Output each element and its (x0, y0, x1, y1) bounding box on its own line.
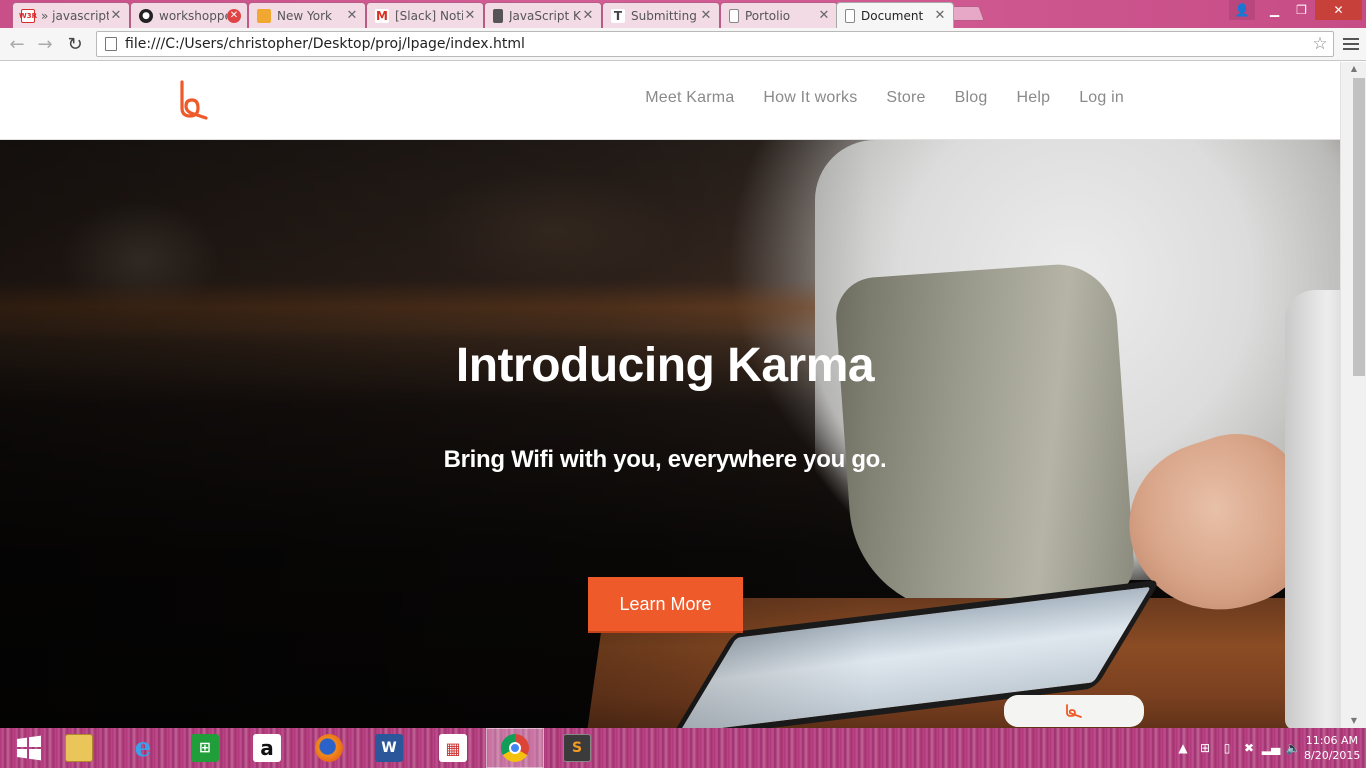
scrollbar-thumb[interactable] (1353, 78, 1365, 376)
store-icon: ⊞ (191, 734, 219, 762)
windows-start-icon (17, 735, 41, 761)
close-icon[interactable]: ✕ (699, 8, 713, 23)
nav-help[interactable]: Help (1016, 89, 1050, 107)
browser-tab[interactable]: Portolio ✕ (720, 2, 838, 28)
close-icon[interactable]: ✕ (463, 8, 477, 23)
taskbar-app[interactable]: W (360, 728, 418, 768)
clock-time: 11:06 AM (1305, 734, 1358, 747)
nav-log-in[interactable]: Log in (1079, 89, 1124, 107)
doc-icon (493, 8, 503, 23)
taskbar-app[interactable] (50, 728, 108, 768)
gmail-icon: M (375, 8, 389, 23)
nav-store[interactable]: Store (886, 89, 925, 107)
address-bar[interactable]: ☆ (96, 31, 1334, 57)
browser-toolbar: ← → ↻ ☆ (0, 28, 1366, 61)
minimize-button[interactable]: ▁ (1261, 0, 1288, 20)
back-icon[interactable]: ← (4, 32, 30, 56)
windows-taskbar: e ⊞ a W ▦ S ▲ ⊞ ▯ ✖ ▂▄ 🔈 11:06 AM 8/20/2… (0, 728, 1366, 768)
amazon-icon: a (253, 734, 281, 762)
reload-icon[interactable]: ↻ (62, 32, 88, 56)
close-icon[interactable]: ✕ (227, 8, 241, 23)
page-viewport: Meet Karma How It works Store Blog Help … (0, 62, 1340, 728)
tab-label: Submitting (631, 8, 697, 23)
page-icon (105, 37, 117, 51)
apps-grid-icon: ▦ (439, 734, 467, 762)
close-icon[interactable]: ✕ (581, 8, 595, 23)
main-nav: Meet Karma How It works Store Blog Help … (645, 89, 1124, 107)
bookmark-star-icon[interactable]: ☆ (1307, 34, 1333, 54)
chrome-menu-icon[interactable] (1342, 34, 1360, 54)
taskbar-app[interactable]: ⊞ (176, 728, 234, 768)
window-controls: 👤 ▁ ❐ ✕ (1229, 0, 1362, 20)
page-scrollbar[interactable]: ▲ ▼ (1340, 62, 1366, 728)
browser-tab[interactable]: T Submitting ✕ (602, 2, 720, 28)
hero-section: Introducing Karma Bring Wifi with you, e… (0, 140, 1340, 728)
clock-date: 8/20/2015 (1304, 749, 1361, 762)
browser-tab[interactable]: JavaScript K ✕ (484, 2, 602, 28)
hero-title: Introducing Karma (455, 339, 875, 392)
hero-content: Introducing Karma Bring Wifi with you, e… (0, 140, 1340, 728)
box-icon (257, 8, 271, 23)
site-header: Meet Karma How It works Store Blog Help … (0, 62, 1340, 140)
table-icon: T (611, 8, 625, 23)
forward-icon[interactable]: → (32, 32, 58, 56)
action-center-icon[interactable]: ⊞ (1194, 741, 1216, 755)
page-icon (845, 8, 855, 23)
volume-icon[interactable]: 🔈 (1282, 741, 1304, 755)
chrome-icon (501, 734, 529, 762)
maximize-button[interactable]: ❐ (1288, 0, 1315, 20)
firefox-icon (315, 734, 343, 762)
nav-meet-karma[interactable]: Meet Karma (645, 89, 734, 107)
close-icon[interactable]: ✕ (109, 8, 123, 23)
scroll-up-icon[interactable]: ▲ (1341, 62, 1366, 76)
page-icon (729, 8, 739, 23)
system-tray: ▲ ⊞ ▯ ✖ ▂▄ 🔈 11:06 AM 8/20/2015 (1172, 728, 1366, 768)
karma-logo[interactable] (176, 78, 210, 120)
close-icon[interactable]: ✕ (933, 8, 947, 23)
hero-subtitle: Bring Wifi with you, everywhere you go. (443, 446, 887, 473)
sublime-text-icon: S (563, 734, 591, 762)
github-icon: ● (139, 8, 153, 23)
close-icon[interactable]: ✕ (345, 8, 359, 23)
learn-more-button[interactable]: Learn More (588, 577, 743, 633)
file-explorer-icon (65, 734, 93, 762)
w3r-icon: W3R (19, 8, 37, 23)
nav-how-it-works[interactable]: How It works (763, 89, 857, 107)
browser-tab[interactable]: New York ✕ (248, 2, 366, 28)
clock[interactable]: 11:06 AM 8/20/2015 (1304, 733, 1366, 763)
internet-explorer-icon: e (134, 733, 152, 763)
tab-label: » javascript (41, 8, 109, 23)
tab-label: Document (861, 8, 924, 23)
browser-tab-active[interactable]: Document ✕ (836, 2, 954, 28)
tab-label: Portolio (745, 8, 791, 23)
scroll-down-icon[interactable]: ▼ (1341, 714, 1366, 728)
taskbar-app[interactable]: S (548, 728, 606, 768)
show-hidden-icons[interactable]: ▲ (1172, 741, 1194, 755)
devices-icon[interactable]: ▯ (1216, 741, 1238, 755)
browser-tab[interactable]: M [Slack] Noti ✕ (366, 2, 484, 28)
taskbar-app[interactable] (300, 728, 358, 768)
tab-label: [Slack] Noti (395, 8, 463, 23)
nav-blog[interactable]: Blog (955, 89, 988, 107)
user-icon[interactable]: 👤 (1229, 0, 1255, 20)
browser-tab[interactable]: W3R » javascript ✕ (12, 2, 130, 28)
browser-tab[interactable]: ● workshoppe ✕ (130, 2, 248, 28)
tab-label: JavaScript K (509, 8, 581, 23)
taskbar-app[interactable]: e (114, 728, 172, 768)
taskbar-app[interactable]: a (238, 728, 296, 768)
signal-icon[interactable]: ▂▄ (1260, 741, 1282, 755)
address-input[interactable] (125, 36, 1307, 52)
close-icon[interactable]: ✕ (817, 8, 831, 23)
browser-tab-strip: W3R » javascript ✕ ● workshoppe ✕ New Yo… (0, 0, 1366, 28)
network-error-icon[interactable]: ✖ (1238, 741, 1260, 755)
taskbar-app-active[interactable] (486, 728, 544, 768)
taskbar-app[interactable]: ▦ (424, 728, 482, 768)
close-window-button[interactable]: ✕ (1315, 0, 1362, 20)
tab-label: workshoppe (159, 8, 227, 23)
word-icon: W (375, 734, 403, 762)
tab-label: New York (277, 8, 332, 23)
